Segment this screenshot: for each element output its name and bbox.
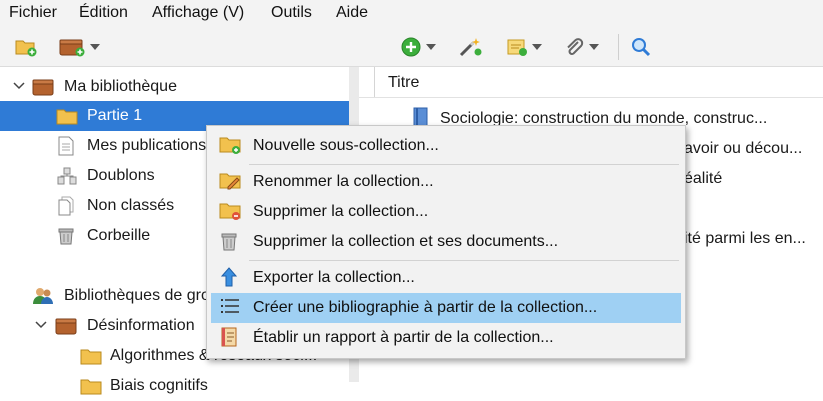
menu-item-new-subcollection[interactable]: Nouvelle sous-collection... — [211, 131, 681, 161]
chevron-down-icon[interactable] — [13, 82, 25, 92]
folder-icon — [80, 378, 102, 396]
menu-item-label: Supprimer la collection... — [253, 203, 429, 220]
item-title[interactable]: avoir ou décou... — [684, 140, 802, 158]
group-label: Désinformation — [87, 317, 195, 334]
attachment-icon — [567, 38, 584, 55]
unfiled-items-icon — [57, 196, 77, 216]
sidebar-item-label: Corbeille — [87, 227, 151, 244]
chevron-down-icon — [532, 44, 542, 50]
search-button[interactable] — [630, 34, 652, 60]
item-title[interactable]: ité parmi les en... — [684, 230, 806, 248]
sidebar-item-label: Doublons — [87, 167, 155, 184]
report-icon — [219, 326, 241, 348]
menu-item-label: Établir un rapport à partir de la collec… — [253, 329, 554, 346]
menu-outils[interactable]: Outils — [271, 4, 312, 22]
menu-aide[interactable]: Aide — [336, 4, 368, 22]
toolbar — [0, 28, 823, 67]
menu-item-generate-report[interactable]: Établir un rapport à partir de la collec… — [211, 323, 681, 353]
chevron-down-icon — [589, 44, 599, 50]
collection-context-menu: Nouvelle sous-collection... Renommer la … — [206, 125, 686, 359]
menu-item-delete-collection[interactable]: Supprimer la collection... — [211, 197, 681, 227]
new-collection-icon — [15, 40, 37, 57]
trash-icon — [219, 230, 241, 252]
new-library-button[interactable] — [58, 34, 100, 60]
library-icon — [32, 78, 54, 96]
attachment-button[interactable] — [563, 34, 599, 60]
column-divider — [374, 67, 375, 97]
new-collection-button[interactable] — [14, 34, 38, 60]
export-arrow-icon — [219, 266, 241, 288]
menu-item-delete-collection-and-items[interactable]: Supprimer la collection et ses documents… — [211, 227, 681, 257]
trash-icon — [56, 226, 76, 245]
rename-folder-icon — [219, 171, 241, 193]
item-title[interactable]: éalité — [684, 170, 722, 188]
menu-separator — [249, 164, 679, 165]
menu-item-label: Renommer la collection... — [253, 173, 434, 190]
menu-item-create-bibliography[interactable]: Créer une bibliographie à partir de la c… — [211, 293, 681, 323]
delete-folder-icon — [219, 201, 241, 223]
toolbar-divider — [618, 34, 619, 60]
menu-item-label: Exporter la collection... — [253, 269, 415, 286]
column-title-header[interactable]: Titre — [388, 74, 419, 92]
menu-fichier[interactable]: Fichier — [9, 4, 57, 22]
new-library-icon — [59, 39, 85, 57]
add-by-identifier-button[interactable] — [458, 34, 482, 60]
new-item-icon — [401, 37, 421, 57]
sidebar-item-label: Mes publications — [87, 137, 207, 154]
sidebar-item-label: Partie 1 — [87, 107, 143, 124]
menu-item-export-collection[interactable]: Exporter la collection... — [211, 263, 681, 293]
new-note-icon — [507, 39, 527, 56]
menu-edition[interactable]: Édition — [79, 4, 128, 22]
search-icon — [632, 38, 651, 57]
groups-icon — [32, 286, 53, 304]
items-column-header — [359, 67, 823, 98]
menu-item-label: Nouvelle sous-collection... — [253, 137, 439, 154]
menu-affichage[interactable]: Affichage (V) — [152, 4, 244, 22]
new-subcollection-icon — [219, 135, 241, 157]
folder-icon — [80, 348, 102, 366]
tree-row-library[interactable]: Ma bibliothèque — [0, 72, 349, 102]
bibliography-list-icon — [219, 297, 241, 319]
sidebar-item-biais-cognitifs[interactable]: Biais cognitifs — [0, 371, 349, 401]
menu-item-label: Créer une bibliographie à partir de la c… — [253, 299, 598, 316]
sidebar-item-label: Biais cognitifs — [110, 377, 208, 394]
document-icon — [57, 136, 77, 156]
new-note-button[interactable] — [506, 34, 542, 60]
magic-wand-icon — [459, 38, 482, 57]
menu-item-rename-collection[interactable]: Renommer la collection... — [211, 167, 681, 197]
menu-separator — [249, 260, 679, 261]
new-item-button[interactable] — [400, 34, 436, 60]
sidebar-item-label: Non classés — [87, 197, 175, 214]
group-library-icon — [55, 317, 77, 335]
library-label: Ma bibliothèque — [64, 78, 177, 95]
chevron-down-icon[interactable] — [35, 321, 47, 331]
folder-icon — [56, 108, 78, 126]
chevron-down-icon — [426, 44, 436, 50]
menu-bar: Fichier Édition Affichage (V) Outils Aid… — [0, 0, 823, 28]
chevron-down-icon — [90, 44, 100, 50]
duplicate-items-icon — [56, 167, 77, 185]
book-icon — [412, 107, 430, 127]
menu-item-label: Supprimer la collection et ses documents… — [253, 233, 559, 250]
